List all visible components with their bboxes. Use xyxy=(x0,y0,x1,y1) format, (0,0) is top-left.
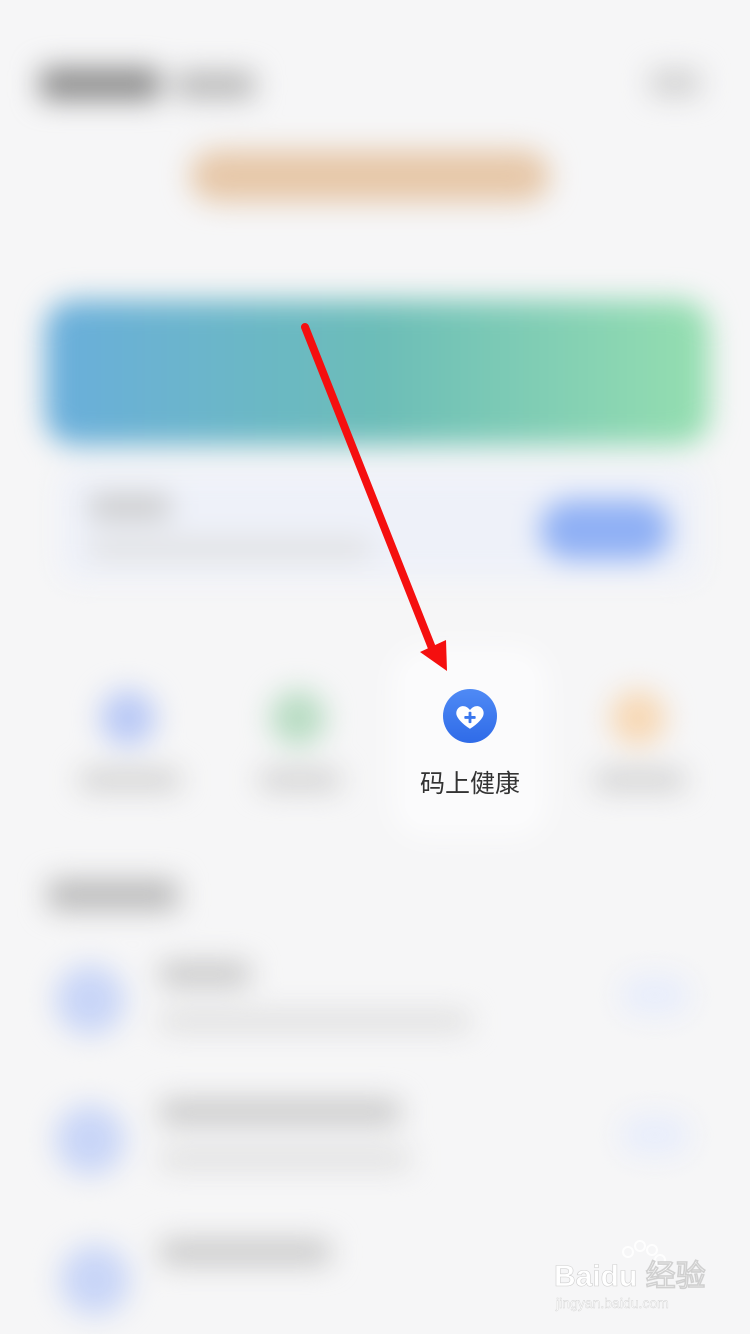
annotation-arrow xyxy=(301,323,447,671)
baidu-jingyan-watermark: Baidu 经验 jingyan.baidu.com xyxy=(554,1240,706,1311)
watermark-brand: Baidu 经验 xyxy=(554,1259,706,1293)
watermark-url: jingyan.baidu.com xyxy=(555,1295,669,1311)
